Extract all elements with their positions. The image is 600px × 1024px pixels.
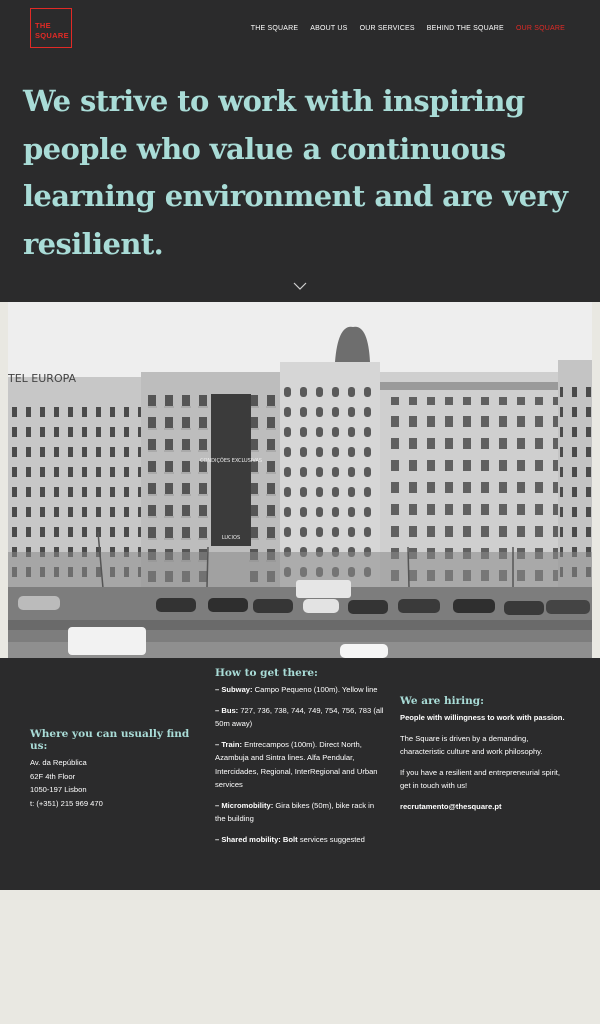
nav-our-square[interactable]: OUR SQUARE <box>516 25 565 32</box>
directions-subway: – Subway: Campo Pequeno (100m). Yellow l… <box>215 683 385 697</box>
directions-micromobility: – Micromobility: Gira bikes (50m), bike … <box>215 799 385 826</box>
address-floor: 62F 4th Floor <box>30 771 76 781</box>
directions-bus: – Bus: 727, 736, 738, 744, 749, 754, 756… <box>215 704 385 731</box>
location-block: Where you can usually find us: Av. da Re… <box>30 728 195 810</box>
photo-frame-left <box>0 302 8 658</box>
directions-train: – Train: Entrecampos (100m). Direct Nort… <box>215 738 385 792</box>
hotel-sign: TEL EUROPA <box>8 372 77 385</box>
logo[interactable]: THE SQUARE <box>30 8 72 48</box>
train-label: – Train: <box>215 739 243 749</box>
logo-line-1: THE <box>35 21 51 30</box>
hiring-title: We are hiring: <box>400 695 484 707</box>
nav-the-square[interactable]: THE SQUARE <box>251 25 299 32</box>
recruitment-email[interactable]: recrutamento@thesquare.pt <box>400 800 565 814</box>
bus-text: 727, 736, 738, 744, 749, 754, 756, 783 (… <box>215 705 384 729</box>
address-street: Av. da República <box>30 758 87 767</box>
building-illustration: TEL EUROPA CONDIÇÕES EXCLUSIVAS LUCIOS <box>8 302 592 658</box>
directions-block: How to get there: – Subway: Campo Pequen… <box>215 667 385 853</box>
shared-text: services suggested <box>297 834 365 844</box>
photo-frame-right <box>592 302 600 658</box>
page-headline: We strive to work with inspiring people … <box>23 84 568 261</box>
hiring-block: We are hiring: People with willingness t… <box>400 695 565 820</box>
banner-sub: LUCIOS <box>222 535 240 541</box>
main-nav: THE SQUARE ABOUT US OUR SERVICES BEHIND … <box>251 25 565 32</box>
micromobility-label: – Micromobility: <box>215 800 274 810</box>
phone-number[interactable]: t: (+351) 215 969 470 <box>30 797 195 811</box>
shared-label: – Shared mobility: Bolt <box>215 834 298 844</box>
banner-text: CONDIÇÕES EXCLUSIVAS <box>200 457 262 464</box>
logo-line-2: SQUARE <box>35 31 69 40</box>
location-title: Where you can usually find us: <box>30 728 190 752</box>
building-photo: TEL EUROPA CONDIÇÕES EXCLUSIVAS LUCIOS <box>8 302 592 658</box>
footer-section: Where you can usually find us: Av. da Re… <box>0 658 600 890</box>
address-city: 1050-197 Lisbon <box>30 785 87 794</box>
hero-section: THE SQUARE THE SQUARE ABOUT US OUR SERVI… <box>0 0 600 302</box>
directions-shared: – Shared mobility: Bolt services suggest… <box>215 833 385 847</box>
hiring-paragraph-1: The Square is driven by a demanding, cha… <box>400 733 543 757</box>
nav-behind-the-square[interactable]: BEHIND THE SQUARE <box>427 25 504 32</box>
bus-label: – Bus: <box>215 705 239 715</box>
nav-about-us[interactable]: ABOUT US <box>310 25 347 32</box>
nav-our-services[interactable]: OUR SERVICES <box>360 25 415 32</box>
subway-text: Campo Pequeno (100m). Yellow line <box>252 685 378 694</box>
chevron-down-icon[interactable] <box>293 281 307 291</box>
hiring-lead: People with willingness to work with pas… <box>400 713 565 722</box>
hiring-paragraph-2: If you have a resilient and entrepreneur… <box>400 767 560 791</box>
directions-title: How to get there: <box>215 667 318 679</box>
subway-label: – Subway: <box>215 685 253 694</box>
